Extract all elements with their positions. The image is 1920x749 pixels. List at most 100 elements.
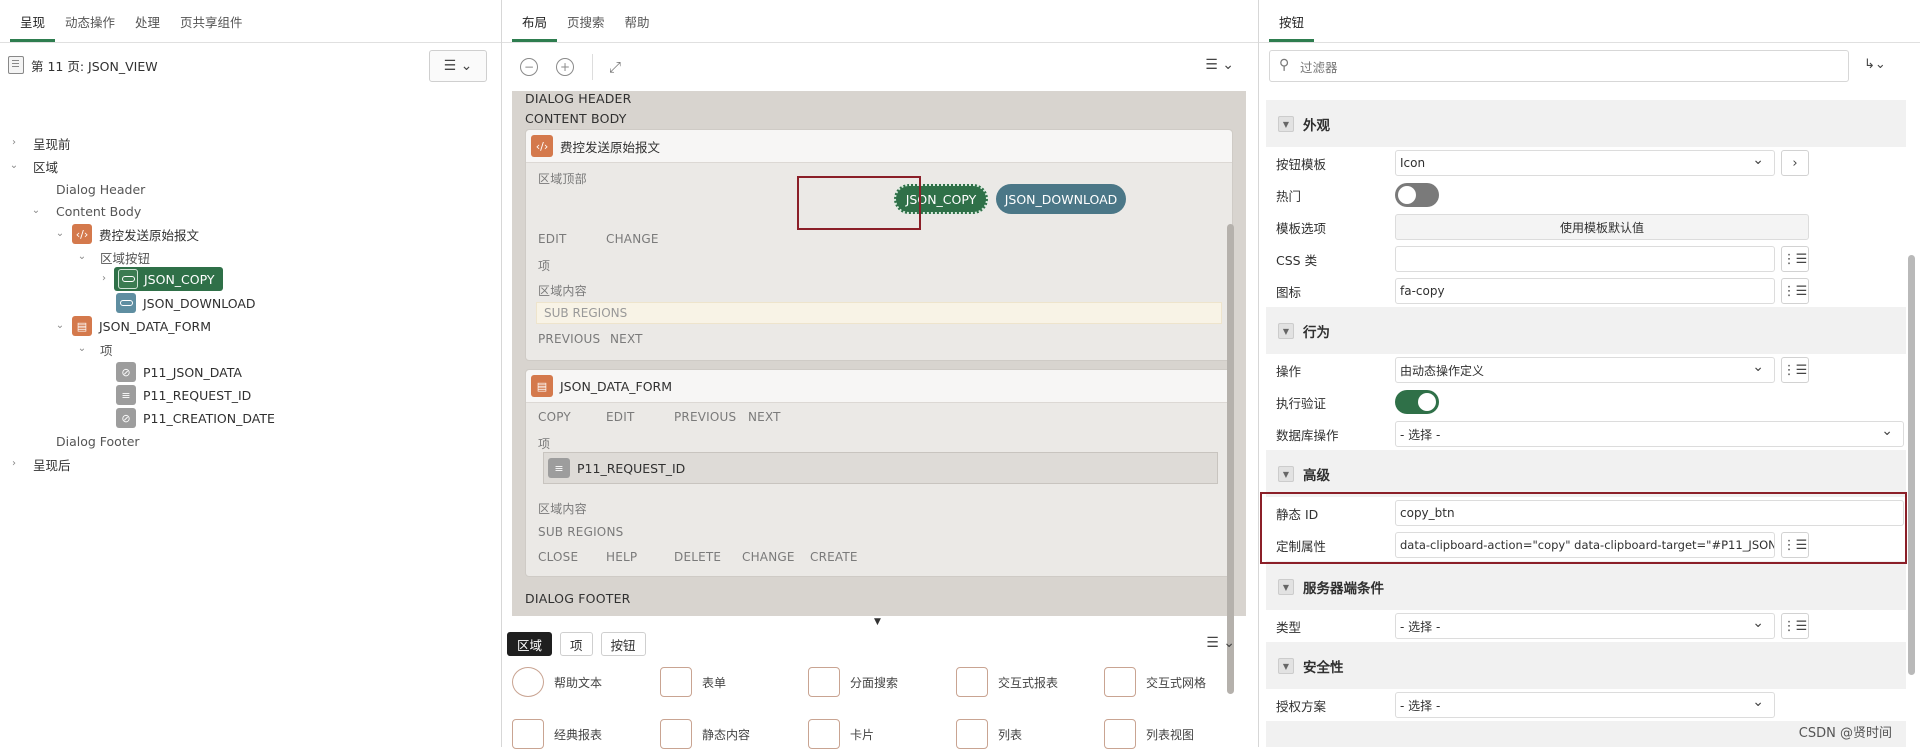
slot-change: CHANGE (742, 550, 795, 564)
action-select[interactable]: 由动态操作定义 (1395, 357, 1775, 383)
tab-page-search[interactable]: 页搜索 (557, 3, 615, 42)
zoom-in-icon[interactable]: + (556, 58, 574, 76)
action-list-button[interactable]: ⋮☰ (1781, 357, 1809, 383)
chevron-down-icon[interactable]: ⌄ (30, 205, 42, 216)
condition-type-select[interactable]: - 选择 - (1395, 613, 1775, 639)
zoom-out-icon[interactable]: − (520, 58, 538, 76)
tab-layout[interactable]: 布局 (512, 3, 558, 42)
tree-node-dialog-footer[interactable]: Dialog Footer (56, 429, 140, 453)
tree-node-json-copy[interactable]: JSON_COPY (114, 267, 223, 291)
selected-node[interactable]: JSON_COPY (114, 267, 223, 291)
field-value: 由动态操作定义 (1400, 363, 1485, 378)
gallery-item-interactive-grid[interactable]: 交互式网格 (1104, 667, 1206, 697)
field-value: - 选择 - (1400, 698, 1441, 713)
tree-node-dialog-header[interactable]: Dialog Header (56, 177, 145, 201)
region-json-data-form[interactable]: ▤ JSON_DATA_FORM COPY EDIT PREVIOUS NEXT… (525, 369, 1233, 577)
css-classes-input[interactable] (1395, 246, 1775, 272)
section-behavior[interactable]: ▼ 行为 (1266, 309, 1906, 353)
go-to-template-button[interactable]: › (1781, 150, 1809, 176)
tab-gallery-items[interactable]: 项 (560, 632, 593, 656)
gallery-item-form[interactable]: 表单 (660, 667, 726, 697)
chevron-down-icon[interactable]: ⌄ (54, 228, 66, 239)
tab-gallery-buttons[interactable]: 按钮 (600, 632, 646, 656)
section-appearance[interactable]: ▼ 外观 (1266, 102, 1906, 146)
tree-node-items[interactable]: 项 (100, 337, 113, 361)
tab-button-properties[interactable]: 按钮 (1269, 3, 1315, 42)
tree-node-p11-request-id[interactable]: ≡ P11_REQUEST_ID (116, 383, 251, 407)
icon-input[interactable]: fa-copy (1395, 278, 1775, 304)
gallery-item-faceted-search[interactable]: 分面搜索 (808, 667, 898, 697)
chevron-down-icon[interactable]: ⌄ (76, 343, 88, 354)
chevron-down-icon[interactable]: ⌄ (8, 160, 20, 171)
prop-css-classes: CSS 类 ⋮☰ (1266, 243, 1906, 275)
prop-database-action: 数据库操作 - 选择 - (1266, 418, 1906, 450)
authorization-scheme-select[interactable]: - 选择 - (1395, 692, 1775, 718)
prop-condition-type: 类型 - 选择 - ⋮☰ (1266, 610, 1906, 642)
region-header[interactable]: ▤ JSON_DATA_FORM (526, 370, 1232, 403)
tree-menu-button[interactable]: ☰ ⌄ (429, 50, 487, 82)
tree-node-after[interactable]: 呈现后 (33, 452, 71, 476)
section-server-condition[interactable]: ▼ 服务器端条件 (1266, 565, 1906, 609)
execute-validation-toggle[interactable] (1395, 390, 1439, 414)
tree-node-before[interactable]: 呈现前 (33, 131, 71, 155)
tree-node-json-data-form[interactable]: ▤ JSON_DATA_FORM (72, 314, 211, 338)
filter-input[interactable]: ⚲ 过滤器 (1269, 50, 1849, 82)
gallery-item-help-text[interactable]: 帮助文本 (512, 667, 602, 697)
gallery-tabs: 区域 项 按钮 ☰ ⌄ (502, 629, 1259, 659)
css-classes-list-button[interactable]: ⋮☰ (1781, 246, 1809, 272)
tab-processing[interactable]: 处理 (125, 3, 170, 42)
splitter-handle-icon[interactable]: ▼ (874, 617, 881, 627)
section-title: 服务器端条件 (1303, 581, 1384, 597)
tree-node-region-buttons[interactable]: 区域按钮 (100, 245, 150, 269)
database-action-select[interactable]: - 选择 - (1395, 421, 1904, 447)
gallery-item-classic-report[interactable]: 经典报表 (512, 719, 602, 749)
tab-rendering[interactable]: 呈现 (10, 3, 56, 42)
go-to-group-icon[interactable]: ↳⌄ (1864, 57, 1886, 72)
page-icon (8, 56, 24, 74)
template-options-button[interactable]: 使用模板默认值 (1395, 214, 1809, 240)
page-header[interactable]: 第 11 页: JSON_VIEW (0, 43, 501, 87)
tab-shared-components[interactable]: 页共享组件 (170, 3, 253, 42)
static-content-icon (660, 719, 692, 749)
gallery-label: 列表 (998, 727, 1023, 742)
chevron-down-icon: ▼ (1278, 116, 1294, 132)
canvas-item-request-id[interactable]: ≡ P11_REQUEST_ID (543, 452, 1218, 484)
section-security[interactable]: ▼ 安全性 (1266, 644, 1906, 688)
gallery-item-list-view[interactable]: 列表视图 (1104, 719, 1194, 749)
tree-node-label: 费控发送原始报文 (99, 227, 200, 243)
list-icon: ⋮☰ (1782, 251, 1808, 267)
gallery-item-list[interactable]: 列表 (956, 719, 1022, 749)
tree-node-p11-creation-date[interactable]: ⊘ P11_CREATION_DATE (116, 406, 275, 430)
tab-dynamic-actions[interactable]: 动态操作 (55, 3, 125, 42)
icon-picker-button[interactable]: ⋮☰ (1781, 278, 1809, 304)
gallery-item-cards[interactable]: 卡片 (808, 719, 874, 749)
layout-toolbar: − + ⤢ ☰ ⌄ (502, 43, 1258, 91)
property-scrollbar[interactable] (1908, 255, 1915, 675)
gallery-item-interactive-report[interactable]: 交互式报表 (956, 667, 1058, 697)
layout-menu-icon[interactable]: ☰ ⌄ (1205, 57, 1234, 73)
tab-gallery-regions[interactable]: 区域 (507, 632, 553, 656)
chevron-right-icon[interactable]: › (98, 273, 110, 284)
button-template-select[interactable]: Icon (1395, 150, 1775, 176)
expand-icon[interactable]: ⤢ (609, 58, 621, 76)
hot-toggle[interactable] (1395, 183, 1439, 207)
chevron-down-icon[interactable]: ⌄ (76, 251, 88, 262)
chevron-right-icon[interactable]: › (8, 137, 20, 148)
gallery-item-static-content[interactable]: 静态内容 (660, 719, 750, 749)
region-raw-message[interactable]: ‹/› 费控发送原始报文 区域顶部 EDIT CHANGE 项 区域内容 SUB… (525, 129, 1233, 361)
condition-type-list-button[interactable]: ⋮☰ (1781, 613, 1809, 639)
gallery-menu-icon[interactable]: ☰ ⌄ (1206, 635, 1235, 651)
region-header[interactable]: ‹/› 费控发送原始报文 (526, 130, 1232, 163)
tree-node-content-body[interactable]: Content Body (56, 199, 141, 223)
canvas-json-download-button[interactable]: JSON_DOWNLOAD (996, 184, 1126, 214)
form-region-icon: ▤ (531, 375, 553, 397)
tree-node-json-download[interactable]: JSON_DOWNLOAD (116, 291, 256, 315)
canvas-scrollbar[interactable] (1227, 224, 1234, 694)
chevron-right-icon[interactable]: › (8, 458, 20, 469)
tab-help[interactable]: 帮助 (615, 3, 660, 42)
chevron-down-icon[interactable]: ⌄ (54, 320, 66, 331)
tree-node-regions[interactable]: 区域 (33, 154, 58, 178)
tree-node-region-raw-message[interactable]: ‹/› 费控发送原始报文 (72, 222, 199, 246)
section-advanced[interactable]: ▼ 高级 (1266, 452, 1906, 496)
tree-node-p11-json-data[interactable]: ⊘ P11_JSON_DATA (116, 360, 242, 384)
